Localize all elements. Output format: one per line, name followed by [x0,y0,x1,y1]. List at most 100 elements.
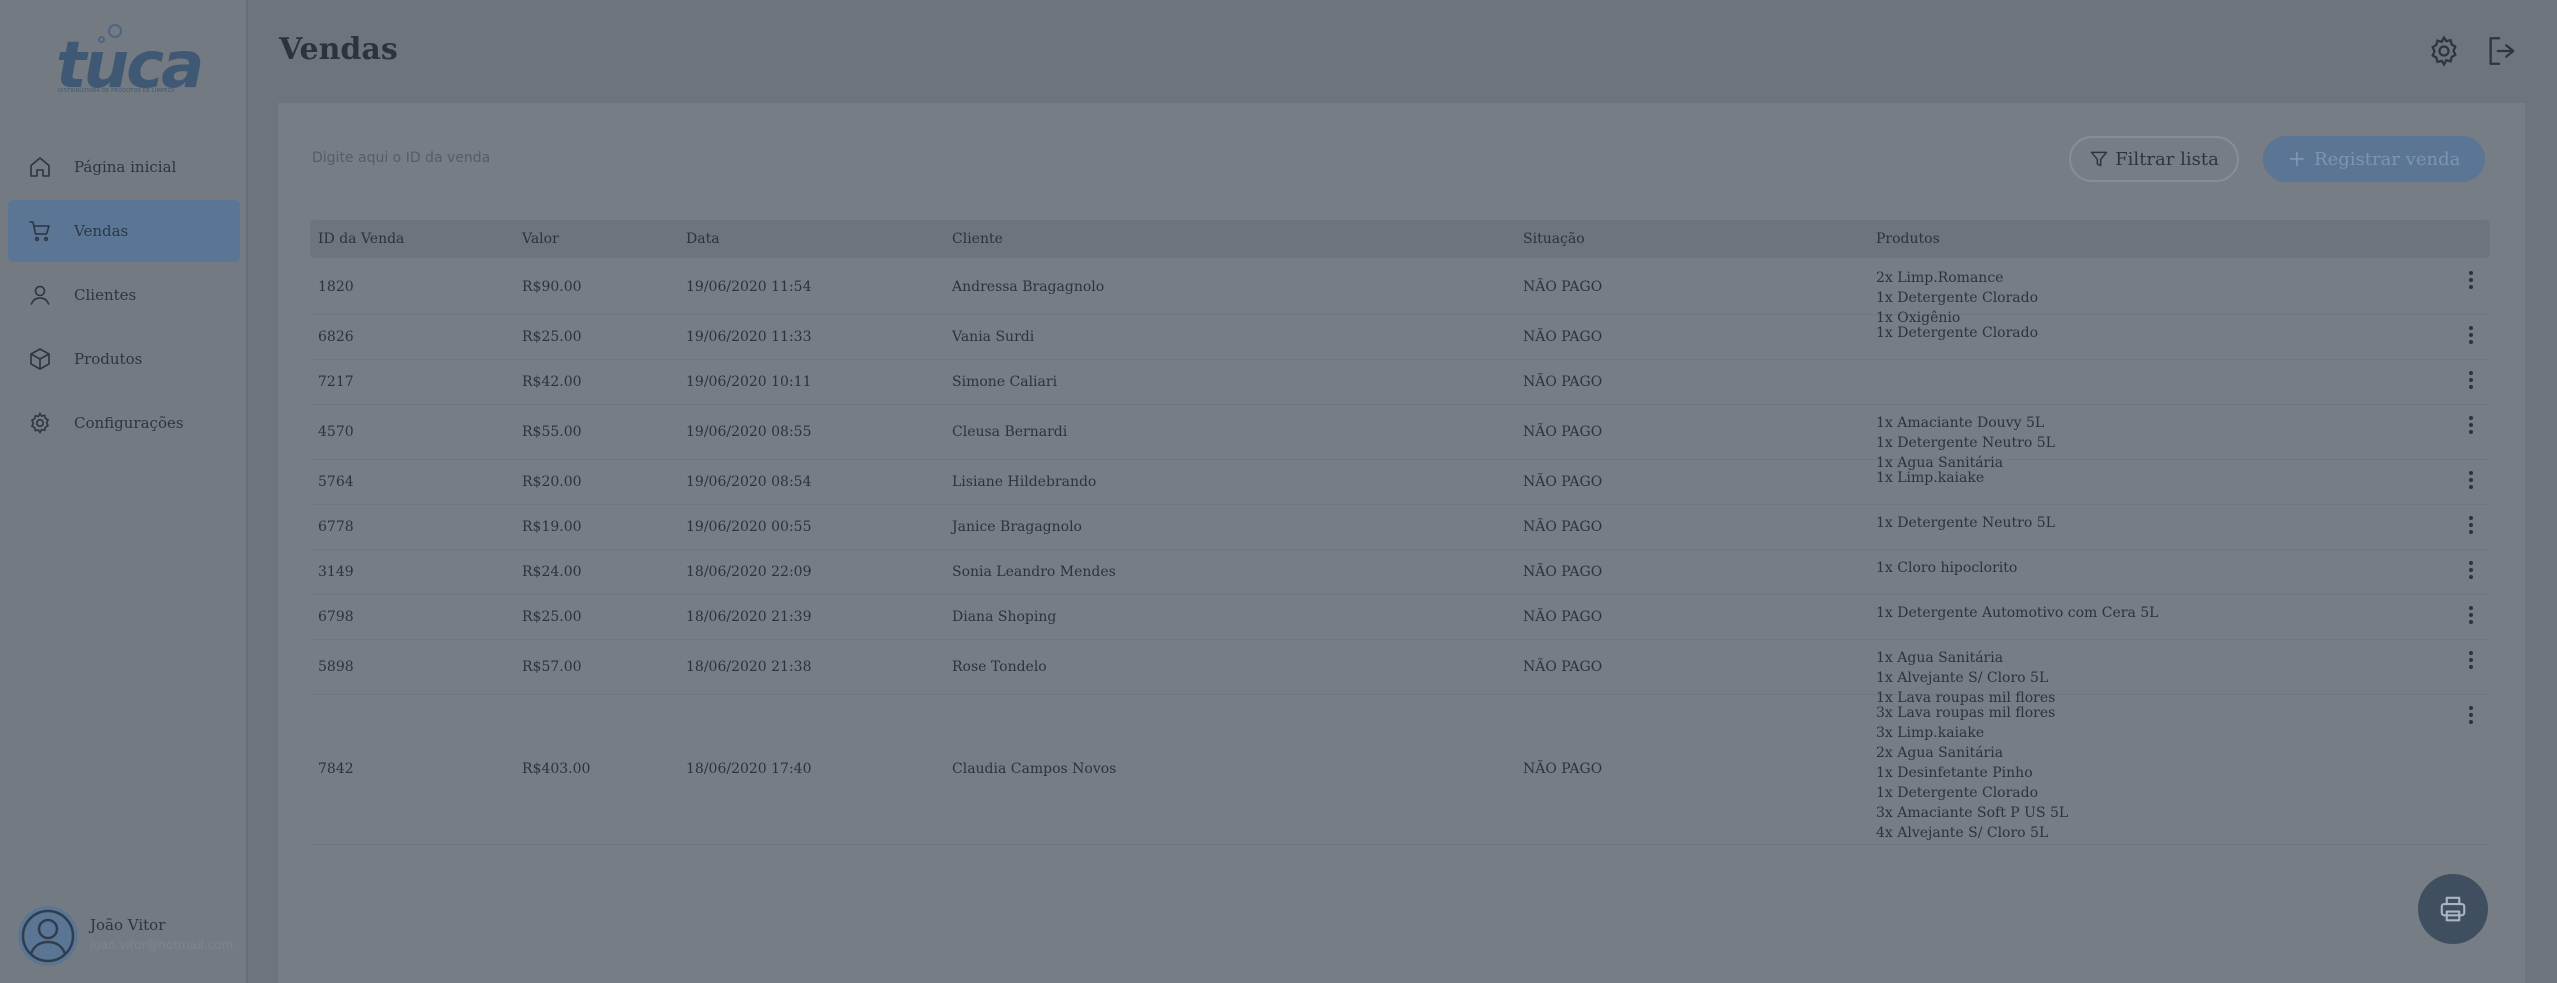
cell-cliente: Vania Surdi [952,328,1035,345]
cell-valor: R$55.00 [522,423,582,440]
logout-button[interactable] [2485,34,2519,68]
settings-button[interactable] [2427,34,2461,68]
cell-produtos: 1x Limp.kaiake [1876,468,1984,488]
brand-logo[interactable]: tuca DISTRIBUIDORA DE PRODUTOS DE LIMPEZ… [52,20,204,100]
table-row[interactable]: 4570 R$55.00 19/06/2020 08:55 Cleusa Bernar… [310,405,2490,471]
cell-data: 18/06/2020 21:38 [686,658,812,675]
cell-situacao: NÃO PAGO [1523,423,1603,440]
cell-produtos: 1x Cloro hipoclorito [1876,558,2017,578]
table-header: ID da Venda Valor Data Cliente Situação … [310,220,2490,258]
sales-table-body: 1820 R$90.00 19/06/2020 11:54 Andressa Brag… [310,260,2490,845]
product-line: 1x Detergente Automotivo com Cera 5L [1876,605,2159,621]
register-sale-label: Registrar venda [2314,148,2461,170]
logout-icon [2489,37,2515,65]
filter-button[interactable]: Filtrar lista [2069,136,2239,182]
cell-valor: R$19.00 [522,518,582,535]
row-menu-icon[interactable] [2464,603,2478,627]
cell-valor: R$24.00 [522,563,582,580]
row-menu-icon[interactable] [2464,468,2478,492]
cell-id: 7842 [318,761,354,777]
row-menu-icon[interactable] [2464,268,2478,292]
row-menu-icon[interactable] [2464,703,2478,727]
product-line: 1x Amaciante Douvy 5L [1876,415,2045,431]
cell-data: 19/06/2020 00:55 [686,518,812,535]
cell-data: 18/06/2020 22:09 [686,563,812,580]
cell-id: 6778 [318,518,354,535]
cell-data: 19/06/2020 08:54 [686,473,812,490]
filter-button-label: Filtrar lista [2115,148,2219,170]
sidebar-item-vendas[interactable]: Vendas [8,200,240,262]
cell-valor: R$90.00 [522,278,582,295]
product-line: 1x Limp.kaiake [1876,470,1985,486]
page-title: Vendas [279,32,398,67]
cell-valor: R$25.00 [522,328,582,345]
product-line: 1x Detergente Neutro 5L [1876,515,2055,531]
table-row[interactable]: 7842 R$403.00 18/06/2020 17:40 Claudia Camp… [310,695,2490,845]
cell-id: 4570 [318,423,354,440]
table-row[interactable]: 1820 R$90.00 19/06/2020 11:54 Andressa Brag… [310,260,2490,326]
print-button[interactable] [2418,874,2488,944]
sidebar-item-home[interactable]: Página inicial [8,136,240,198]
row-menu-icon[interactable] [2464,413,2478,437]
sidebar-item-label: Configurações [74,414,184,432]
sidebar: tuca DISTRIBUIDORA DE PRODUTOS DE LIMPEZ… [0,0,248,983]
cell-cliente: Simone Caliari [952,373,1058,390]
row-menu-icon[interactable] [2464,513,2478,537]
user-email: joao.vitor@hotmail.com [90,938,234,952]
cell-data: 19/06/2020 11:54 [686,278,812,295]
cell-situacao: NÃO PAGO [1523,608,1603,625]
sidebar-item-produtos[interactable]: Produtos [8,328,240,390]
cell-produtos: 1x Detergente Clorado [1876,323,2038,343]
column-header-situacao: Situação [1523,231,1585,247]
table-row[interactable]: 7217 R$42.00 19/06/2020 10:11 Simone Caliar… [310,360,2490,405]
row-menu-icon[interactable] [2464,558,2478,582]
cell-produtos: 3x Lava roupas mil flores 3x Limp.kaiake 2… [1876,703,2068,843]
cart-icon [29,221,50,242]
user-avatar-icon [21,909,75,963]
cell-cliente: Sonia Leandro Mendes [952,563,1116,580]
sidebar-item-clientes[interactable]: Clientes [8,264,240,326]
cell-valor: R$403.00 [522,761,591,777]
user-name: João Vitor [90,916,166,934]
cell-produtos: 1x Detergente Neutro 5L [1876,513,2055,533]
logo-subtitle: DISTRIBUIDORA DE PRODUTOS DE LIMPEZA [58,88,175,94]
user-profile[interactable]: João Vitor joao.vitor@hotmail.com [18,904,246,966]
row-menu-icon[interactable] [2464,323,2478,347]
product-line: 1x Detergente Neutro 5L [1876,435,2055,451]
home-icon [30,157,50,177]
cell-produtos: 1x Detergente Automotivo com Cera 5L [1876,603,2158,623]
sales-panel: Filtrar lista + Registrar venda ID da Ve… [278,103,2525,983]
table-row[interactable]: 6798 R$25.00 18/06/2020 21:39 Diana Shoping… [310,595,2490,640]
printer-icon [2440,896,2466,922]
table-row[interactable]: 6778 R$19.00 19/06/2020 00:55 Janice Bragag… [310,505,2490,550]
table-row[interactable]: 5764 R$20.00 19/06/2020 08:54 Lisiane Hilde… [310,460,2490,505]
register-sale-button[interactable]: + Registrar venda [2263,136,2485,182]
cell-situacao: NÃO PAGO [1523,373,1603,390]
cell-cliente: Janice Bragagnolo [952,518,1082,535]
cell-data: 19/06/2020 10:11 [686,373,812,390]
filter-icon [2090,151,2108,167]
gear-icon [30,411,50,435]
table-row[interactable]: 6826 R$25.00 19/06/2020 11:33 Vania Surdi NÃ… [310,315,2490,360]
cell-cliente: Diana Shoping [952,608,1057,625]
cell-situacao: NÃO PAGO [1523,278,1603,295]
sidebar-item-label: Página inicial [74,158,177,176]
search-input[interactable] [312,138,1512,178]
avatar [18,906,78,966]
table-row[interactable]: 5898 R$57.00 18/06/2020 21:38 Rose Tondelo N… [310,640,2490,706]
cell-data: 18/06/2020 21:39 [686,608,812,625]
column-header-produtos: Produtos [1876,231,1940,247]
sidebar-item-configuracoes[interactable]: Configurações [8,392,240,454]
cell-id: 3149 [318,563,354,580]
gear-icon [2431,35,2457,67]
cell-cliente: Cleusa Bernardi [952,423,1068,440]
cell-data: 19/06/2020 11:33 [686,328,812,345]
product-line: 1x Detergente Clorado [1876,785,2039,801]
row-menu-icon[interactable] [2464,648,2478,672]
sidebar-item-label: Vendas [74,222,129,240]
user-icon [30,285,50,305]
row-menu-icon[interactable] [2464,368,2478,392]
cell-situacao: NÃO PAGO [1523,473,1603,490]
cell-id: 5898 [318,658,354,675]
table-row[interactable]: 3149 R$24.00 18/06/2020 22:09 Sonia Leandro… [310,550,2490,595]
